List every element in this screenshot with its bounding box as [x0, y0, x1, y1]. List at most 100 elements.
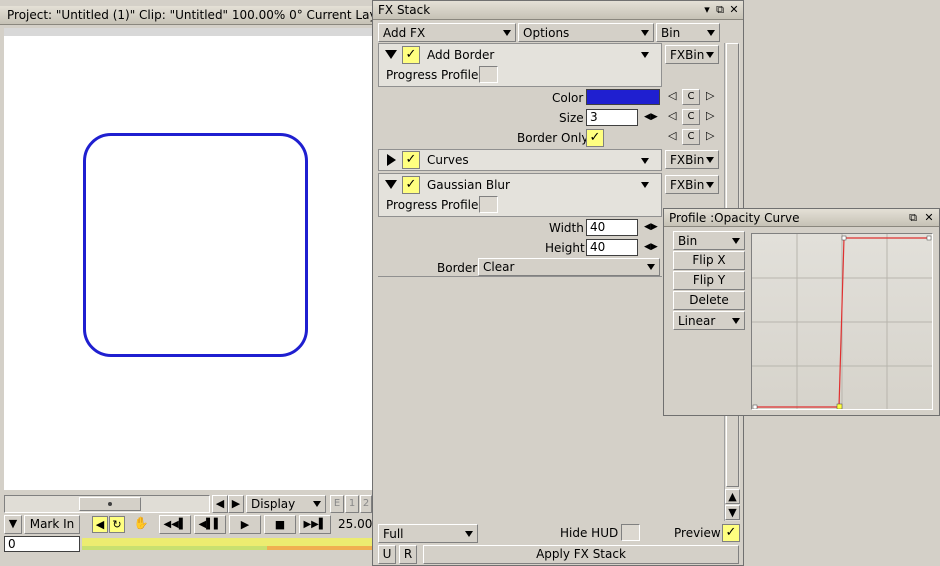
effect-name: Gaussian Blur	[427, 178, 510, 192]
close-icon[interactable]: ✕	[727, 3, 741, 17]
size-stepper-icon[interactable]: ◀▶	[644, 110, 658, 124]
fxbin-dropdown-curves[interactable]: FXBin	[665, 150, 719, 169]
chevron-down-icon[interactable]: ▾	[700, 3, 714, 17]
progress-profile-box[interactable]	[479, 196, 498, 213]
scroll-left-button[interactable]: ◀	[212, 495, 228, 513]
preview-label: Preview	[674, 526, 721, 540]
loop-icon[interactable]: ↻	[109, 516, 125, 533]
transport-row: ▼ Mark In ◀ ↻ ✋ ◀◀▌ ◀▌▌ ▶ ■ ▶▶▌ 25.00	[4, 515, 372, 535]
chevron-down-icon	[732, 237, 740, 244]
chevron-down-icon[interactable]	[641, 182, 649, 188]
effect-name: Curves	[427, 153, 469, 167]
chevron-down-icon[interactable]	[641, 52, 649, 58]
color-swatch[interactable]	[586, 89, 660, 105]
delete-button[interactable]: Delete	[673, 291, 745, 310]
effect-header-gaussian-blur[interactable]: ✓ Gaussian Blur Progress Profile	[378, 173, 662, 217]
border-only-right-arrow-icon[interactable]: ▷	[706, 129, 714, 143]
border-only-left-arrow-icon[interactable]: ◁	[668, 129, 676, 143]
color-c-button[interactable]: C	[682, 89, 700, 105]
progress-profile-box[interactable]	[479, 66, 498, 83]
timeline-bar[interactable]	[82, 538, 372, 550]
expand-triangle-icon[interactable]	[385, 50, 397, 59]
stop-button[interactable]: ■	[264, 515, 296, 534]
height-stepper-icon[interactable]: ◀▶	[644, 240, 658, 254]
width-stepper-icon[interactable]: ◀▶	[644, 220, 658, 234]
color-label: Color	[552, 91, 584, 105]
viewer-e-button[interactable]: E	[330, 495, 344, 513]
viewer-hscrollbar[interactable]	[4, 495, 210, 513]
timeline-range-end	[267, 546, 372, 550]
restore-icon[interactable]: ⧉	[713, 3, 727, 17]
color-left-arrow-icon[interactable]: ◁	[668, 89, 676, 103]
height-input[interactable]: 40	[586, 239, 638, 256]
effect-enabled-checkbox[interactable]: ✓	[402, 176, 420, 194]
effect-header-add-border[interactable]: ✓ Add Border Progress Profile	[378, 43, 662, 87]
timeline-range	[82, 546, 267, 550]
curve-graph	[752, 234, 932, 409]
apply-fx-stack-button[interactable]: Apply FX Stack	[423, 545, 739, 564]
display-dropdown[interactable]: Display	[246, 495, 326, 513]
profile-bin-dropdown[interactable]: Bin	[673, 231, 745, 250]
chevron-down-icon	[706, 156, 714, 163]
size-right-arrow-icon[interactable]: ▷	[706, 109, 714, 123]
viewer-controls-row: ◀ ▶ Display E 1 2	[4, 495, 372, 513]
color-right-arrow-icon[interactable]: ▷	[706, 89, 714, 103]
scroll-up-button[interactable]: ▲	[725, 489, 740, 504]
border-only-c-button[interactable]: C	[682, 129, 700, 145]
skip-to-end-button[interactable]: ▶▶▌	[299, 515, 331, 534]
effect-header-curves[interactable]: ✓ Curves	[378, 149, 662, 171]
fx-stack-title: FX Stack	[378, 3, 431, 17]
step-back-button[interactable]: ◀▌▌	[194, 515, 226, 534]
down-arrow-button[interactable]: ▼	[4, 515, 22, 534]
chevron-down-icon	[313, 501, 321, 507]
chevron-down-icon	[706, 51, 714, 58]
chevron-down-icon[interactable]	[641, 158, 649, 164]
hand-tool-icon[interactable]: ✋	[129, 516, 153, 533]
mark-in-button[interactable]: Mark In	[24, 515, 80, 534]
collapse-triangle-icon[interactable]	[387, 154, 396, 166]
skip-to-start-button[interactable]: ◀◀▌	[159, 515, 191, 534]
viewer-1-button[interactable]: 1	[345, 495, 359, 513]
scroll-right-button[interactable]: ▶	[228, 495, 244, 513]
play-button[interactable]: ▶	[229, 515, 261, 534]
chevron-down-icon	[647, 264, 655, 270]
fxbin-dropdown-add-border[interactable]: FXBin	[665, 45, 719, 64]
size-left-arrow-icon[interactable]: ◁	[668, 109, 676, 123]
u-button[interactable]: U	[378, 545, 396, 564]
curve-point-end[interactable]	[926, 235, 932, 241]
width-input[interactable]: 40	[586, 219, 638, 236]
viewer-2-button[interactable]: 2	[360, 495, 372, 513]
size-c-button[interactable]: C	[682, 109, 700, 125]
curve-point-selected[interactable]	[836, 403, 843, 409]
speaker-icon[interactable]: ◀	[92, 516, 108, 533]
flip-x-button[interactable]: Flip X	[673, 251, 745, 270]
hide-hud-checkbox[interactable]	[621, 524, 640, 541]
restore-icon[interactable]: ⧉	[906, 211, 920, 225]
border-only-checkbox[interactable]: ✓	[586, 129, 604, 147]
frame-input[interactable]: 0	[4, 536, 80, 552]
r-button[interactable]: R	[399, 545, 417, 564]
expand-triangle-icon[interactable]	[385, 180, 397, 189]
scroll-down-button[interactable]: ▼	[725, 505, 740, 520]
add-fx-dropdown[interactable]: Add FX	[378, 23, 516, 42]
options-dropdown[interactable]: Options	[518, 23, 654, 42]
preview-checkbox[interactable]: ✓	[722, 524, 740, 542]
curve-point-upper[interactable]	[841, 235, 847, 241]
interpolation-dropdown[interactable]: Linear	[673, 311, 745, 330]
profile-title: Profile :Opacity Curve	[669, 210, 800, 225]
close-icon[interactable]: ✕	[922, 211, 936, 225]
effect-enabled-checkbox[interactable]: ✓	[402, 151, 420, 169]
bin-dropdown[interactable]: Bin	[656, 23, 720, 42]
height-label: Height	[545, 241, 585, 255]
quality-dropdown[interactable]: Full	[378, 524, 478, 543]
border-mode-dropdown[interactable]: Clear	[478, 258, 660, 276]
effect-params-gaussian-blur: Width 40 ◀▶ Height 40 ◀▶ Border Clear	[378, 217, 662, 277]
viewer-canvas[interactable]	[4, 28, 372, 490]
progress-profile-label: Progress Profile	[386, 68, 479, 82]
size-input[interactable]: 3	[586, 109, 638, 126]
fxbin-dropdown-gaussian-blur[interactable]: FXBin	[665, 175, 719, 194]
flip-y-button[interactable]: Flip Y	[673, 271, 745, 290]
effect-enabled-checkbox[interactable]: ✓	[402, 46, 420, 64]
curve-editor[interactable]	[751, 233, 933, 410]
curve-point-start[interactable]	[752, 404, 758, 409]
